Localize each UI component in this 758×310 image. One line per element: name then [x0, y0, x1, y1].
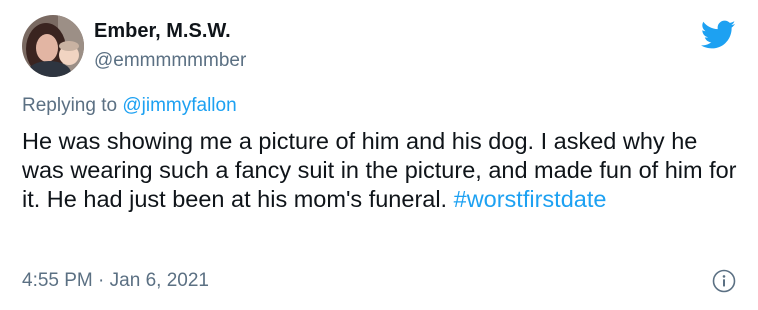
author-handle[interactable]: @emmmmmmber [94, 50, 246, 72]
tweet-date: Jan 6, 2021 [109, 270, 209, 291]
tweet-time: 4:55 PM [22, 270, 93, 291]
hashtag-link[interactable]: #worstfirstdate [454, 186, 607, 212]
author-display-name[interactable]: Ember, M.S.W. [94, 20, 231, 43]
reply-context: Replying to @jimmyfallon [22, 95, 237, 117]
tweet-text: He was showing me a picture of him and h… [22, 127, 737, 214]
timestamp-separator: · [98, 270, 105, 291]
avatar-photo [22, 15, 84, 77]
info-icon[interactable] [712, 269, 736, 293]
reply-prefix: Replying to [22, 95, 118, 116]
twitter-bird-icon[interactable] [701, 20, 736, 50]
tweet-timestamp[interactable]: 4:55 PM · Jan 6, 2021 [22, 270, 209, 292]
tweet-card: Ember, M.S.W. @emmmmmmber Replying to @j… [0, 0, 758, 310]
reply-mention-link[interactable]: @jimmyfallon [122, 95, 236, 116]
tweet-body: He was showing me a picture of him and h… [22, 128, 737, 212]
avatar[interactable] [22, 15, 84, 77]
